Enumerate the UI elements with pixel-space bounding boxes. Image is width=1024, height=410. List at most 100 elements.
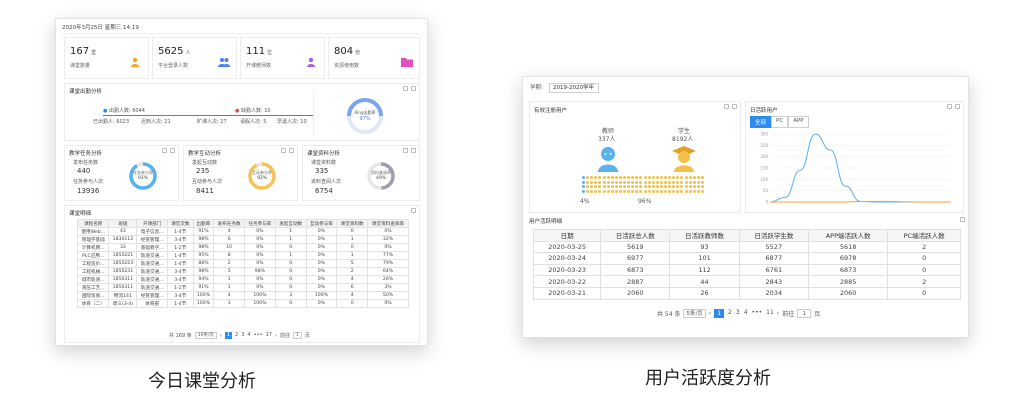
table-cell: 0: [274, 259, 307, 268]
page-number[interactable]: 2: [235, 332, 238, 339]
pin-icon[interactable]: [162, 148, 167, 153]
panel-label-2: 互动参与人次: [192, 179, 223, 185]
page-number[interactable]: 4: [248, 332, 251, 339]
column-header[interactable]: 班级: [108, 219, 138, 228]
activity-detail-table: 日期 日活跃总人数 日活跃教师数 日活跃学生数 APP端活跃人数 PC端活跃人数 2020-…: [532, 229, 961, 300]
proportion-dot: [618, 176, 622, 179]
page-number[interactable]: 11: [766, 309, 774, 318]
panel-value-2: 8411: [196, 187, 214, 195]
page-number[interactable]: 2: [728, 309, 732, 318]
column-header[interactable]: 课堂次数: [166, 219, 194, 228]
proportion-dot: [586, 176, 590, 179]
column-header[interactable]: 发起互动数: [274, 219, 307, 228]
pin-icon[interactable]: [947, 104, 952, 109]
page-number[interactable]: 1: [224, 332, 233, 339]
column-header[interactable]: APP端活跃人数: [807, 229, 889, 242]
expand-icon[interactable]: [955, 104, 960, 109]
proportion-dot: [651, 189, 655, 193]
proportion-dot: [643, 176, 647, 179]
goto-page-input[interactable]: 1: [292, 332, 302, 339]
proportion-dot: [684, 180, 688, 184]
column-header[interactable]: 课堂资料数: [336, 219, 369, 228]
page-number[interactable]: 1: [714, 309, 725, 318]
table-cell: 1-2节: [166, 243, 194, 252]
next-page-icon[interactable]: ›: [275, 333, 277, 339]
table-cell: 100%: [244, 291, 276, 300]
daily-active-card: 日活跃用户 全部 PC APP 300 250 200 150 100 50 0: [745, 101, 964, 213]
proportion-dot: [692, 176, 696, 179]
table-cell: 0%: [305, 259, 338, 268]
table-cell: 轨道交通...: [136, 275, 168, 284]
tab-all[interactable]: 全部: [750, 116, 772, 128]
expand-icon[interactable]: [960, 217, 965, 222]
expand-icon[interactable]: [411, 148, 416, 153]
table-cell: 1: [336, 251, 369, 260]
table-row: 使用Web... 43 电子信息... 1-4节 91% 4 0% 1 0% 0 0%: [76, 227, 409, 236]
proportion-dot: [672, 180, 676, 184]
column-header[interactable]: 日活跃总人数: [600, 229, 671, 242]
column-header[interactable]: 日期: [532, 229, 602, 242]
table-cell: 5619: [600, 240, 671, 254]
expand-icon[interactable]: [732, 104, 737, 109]
user-proportion-dots: [582, 176, 704, 196]
proportion-dot: [684, 176, 688, 179]
term-select[interactable]: 2019-2020学年: [549, 83, 599, 93]
term-label: 学期:: [530, 85, 543, 91]
column-header[interactable]: 课堂资料查阅率: [367, 219, 409, 228]
column-header[interactable]: 日活跃学生数: [738, 229, 809, 242]
table-cell: 经管管理...: [136, 291, 168, 300]
page-number[interactable]: 17: [266, 332, 272, 339]
column-header[interactable]: PC端活跃人数: [887, 229, 961, 242]
registered-users-title: 有效注册用户: [534, 108, 568, 114]
column-header[interactable]: 课程名称: [76, 219, 110, 228]
proportion-dot: [672, 176, 676, 179]
page-number[interactable]: 3: [736, 309, 740, 318]
page-number[interactable]: 3: [241, 332, 244, 339]
panel-value-2: 13936: [77, 187, 100, 195]
column-header[interactable]: 任务参与率: [244, 219, 276, 228]
tab-pc[interactable]: PC: [771, 116, 789, 128]
page-number[interactable]: •••: [254, 332, 263, 339]
pin-icon[interactable]: [724, 104, 729, 109]
table-cell: 0%: [244, 259, 276, 268]
table-cell: 0%: [244, 275, 276, 284]
page-size-select[interactable]: 5条/页: [683, 309, 706, 318]
goto-page-input[interactable]: 1: [797, 309, 812, 318]
panel-value-2: 6754: [315, 187, 333, 195]
page-number[interactable]: 4: [744, 309, 748, 318]
tab-app[interactable]: APP: [788, 116, 809, 128]
proportion-dot: [582, 189, 585, 193]
student-count: 8192人: [672, 136, 694, 143]
column-header[interactable]: 开课部门: [136, 219, 168, 228]
column-header[interactable]: 互动参与率: [305, 219, 338, 228]
expand-icon[interactable]: [289, 148, 294, 153]
column-header[interactable]: 出勤率: [192, 219, 215, 228]
right-caption: 用户活跃度分析: [645, 368, 771, 389]
next-page-icon[interactable]: ›: [777, 310, 779, 317]
table-cell: 2: [887, 240, 961, 254]
proportion-dot: [655, 176, 659, 179]
table-cell: 6: [336, 283, 369, 292]
panel-ring: 任务参与率 91%: [127, 160, 159, 192]
pin-icon[interactable]: [403, 86, 408, 91]
table-cell: 管理学基础: [76, 235, 110, 244]
prev-page-icon[interactable]: ‹: [709, 310, 711, 317]
proportion-dot: [614, 176, 618, 179]
page-number[interactable]: •••: [752, 309, 763, 318]
column-header[interactable]: 发布任务数: [213, 219, 246, 228]
expand-icon[interactable]: [411, 86, 416, 91]
teacher-percent: 4%: [580, 198, 590, 205]
expand-icon[interactable]: [411, 208, 416, 213]
proportion-dot: [680, 176, 684, 179]
pin-icon[interactable]: [281, 148, 286, 153]
table-cell: 6877: [738, 252, 809, 265]
prev-page-icon[interactable]: ‹: [220, 333, 222, 339]
pin-icon[interactable]: [403, 148, 408, 153]
proportion-dot: [664, 176, 667, 179]
proportion-dot: [606, 189, 610, 193]
table-cell: 4: [213, 227, 246, 236]
expand-icon[interactable]: [170, 148, 175, 153]
page-size-select[interactable]: 10条/页: [194, 332, 217, 339]
column-header[interactable]: 日活跃教师数: [669, 229, 740, 242]
table-cell: 工程造价...: [76, 259, 110, 268]
